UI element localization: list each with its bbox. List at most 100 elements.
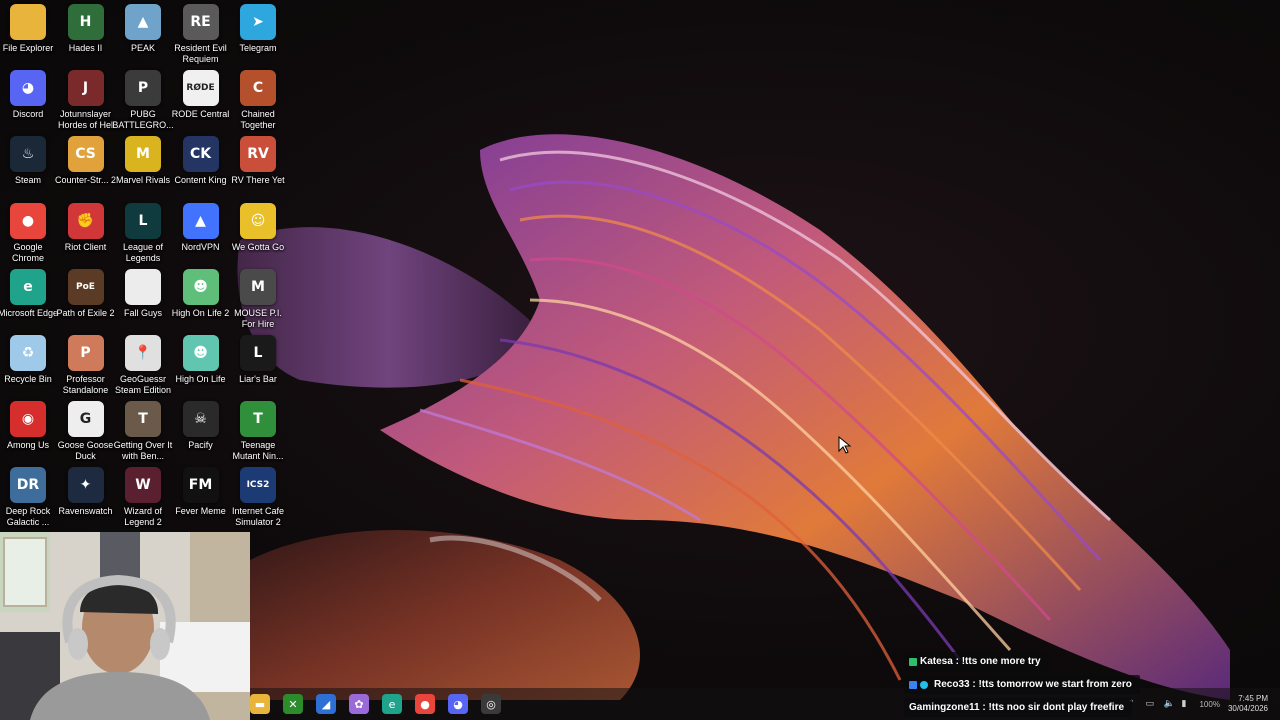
desktop-icon-mouse-pi[interactable]: M MOUSE P.I. For Hire bbox=[229, 268, 287, 333]
desktop-icon-chrome[interactable]: ● Google Chrome bbox=[0, 202, 57, 267]
desktop-icon-nordvpn[interactable]: ▲ NordVPN bbox=[172, 202, 230, 267]
desktop-icon-tmnt[interactable]: T Teenage Mutant Nin... bbox=[229, 401, 287, 465]
pacify-icon: ☠ bbox=[182, 401, 219, 438]
steam-icon: ♨ bbox=[10, 136, 46, 173]
desktop-icon-label: Pacify bbox=[188, 440, 213, 451]
high-on-life-2-icon: ☻ bbox=[182, 268, 219, 305]
path-of-exile-icon: PoE bbox=[67, 268, 104, 305]
telegram-icon: ➤ bbox=[240, 4, 276, 40]
desktop-icon-peak[interactable]: ▲ PEAK bbox=[114, 4, 172, 68]
jotunnslayer-icon: J bbox=[67, 70, 104, 107]
desktop-icon-pacify[interactable]: ☠ Pacify bbox=[172, 401, 230, 465]
desktop-icon-professor[interactable]: P Professor Standalone bbox=[57, 335, 115, 399]
desktop-icon-label: Internet Cafe Simulator 2 bbox=[231, 506, 285, 528]
discord-taskbar-icon[interactable]: ◕ bbox=[448, 694, 468, 714]
xbox-taskbar-icon[interactable]: ✕ bbox=[283, 694, 303, 714]
pubg-icon: P bbox=[125, 70, 161, 107]
desktop-icon-steam[interactable]: ♨ Steam bbox=[0, 136, 57, 200]
desktop-icon-getting-over-it[interactable]: T Getting Over It with Ben... bbox=[114, 401, 172, 465]
chat-user: Katesa bbox=[920, 656, 953, 667]
desktop-icon-counter-strike[interactable]: CS Counter-Str... 2 bbox=[55, 136, 116, 200]
desktop-icon-pubg[interactable]: P PUBG BATTLEGRO... bbox=[112, 70, 174, 134]
desktop-icon-fever-meme[interactable]: FM Fever Meme bbox=[172, 467, 230, 531]
desktop-icon-geoguessr[interactable]: 📍 GeoGuessr Steam Edition bbox=[114, 335, 172, 399]
desktop-icon-label: Among Us bbox=[6, 440, 50, 451]
chat-separator: : bbox=[979, 702, 989, 713]
desktop-icon-high-on-life[interactable]: ☻ High On Life bbox=[172, 335, 230, 399]
chat-message: Gamingzone11 : !tts noo sir dont play fr… bbox=[904, 698, 1133, 717]
chrome-taskbar-icon[interactable]: ● bbox=[415, 694, 435, 714]
desktop-icon-label: Hades II bbox=[68, 43, 103, 53]
desktop-icon-resident-evil[interactable]: RE Resident Evil Requiem bbox=[172, 4, 230, 68]
desktop-icon-folder[interactable]: File Explorer bbox=[0, 4, 57, 68]
chat-text: !tts one more try bbox=[961, 656, 1041, 667]
desktop-icon-rv-there-yet[interactable]: RV RV There Yet bbox=[229, 136, 287, 200]
desktop-icon-label: Riot Client bbox=[64, 241, 107, 252]
desktop-icon-among-us[interactable]: ◉ Among Us bbox=[0, 401, 57, 465]
desktop-icon-discord[interactable]: ◕ Discord bbox=[0, 70, 57, 134]
desktop-icon-we-gotta-go[interactable]: ☺ We Gotta Go bbox=[229, 202, 287, 267]
desktop-icon-league[interactable]: L League of Legends bbox=[114, 202, 172, 267]
desktop-icon-edge[interactable]: e Microsoft Edge bbox=[0, 268, 59, 333]
internet-cafe-icon: ICS2 bbox=[240, 467, 276, 504]
desktop-icon-rode[interactable]: RØDE RODE Central bbox=[172, 70, 230, 134]
desktop-icon-label: Fall Guys bbox=[123, 307, 162, 318]
desktop-icon-deep-rock-galactic[interactable]: DR Deep Rock Galactic ... bbox=[0, 467, 57, 531]
desktop-icon-riot-client[interactable]: ✊ Riot Client bbox=[57, 202, 115, 267]
deep-rock-galactic-icon: DR bbox=[10, 467, 46, 504]
desktop-icon-path-of-exile[interactable]: PoE Path of Exile 2 bbox=[56, 268, 115, 333]
rode-icon: RØDE bbox=[182, 70, 219, 107]
desktop-icon-wizard-of-legend[interactable]: W Wizard of Legend 2 bbox=[114, 467, 172, 531]
desktop-icon-label: Content King bbox=[174, 175, 227, 186]
mouse-pi-icon: M bbox=[240, 268, 276, 305]
desktop-icon-content-king[interactable]: CK Content King bbox=[172, 136, 230, 200]
desktop-icon-label: Fever Meme bbox=[175, 506, 226, 517]
desktop-icon-label: Professor Standalone bbox=[62, 374, 109, 395]
desktop-icon-label: Microsoft Edge bbox=[0, 307, 59, 318]
desktop-icon-telegram[interactable]: ➤ Telegram bbox=[229, 4, 287, 68]
visual-studio-taskbar-icon[interactable]: ◢ bbox=[316, 694, 336, 714]
desktop-icon-label: We Gotta Go bbox=[231, 241, 285, 252]
obs-taskbar-icon[interactable]: ◎ bbox=[481, 694, 501, 714]
chrome-icon: ● bbox=[10, 202, 46, 239]
hades-icon: H bbox=[67, 4, 104, 40]
chat-overlay: Katesa : !tts one more try Reco33 : !tts… bbox=[900, 652, 1280, 720]
desktop-icon-label: Chained Together bbox=[240, 109, 276, 131]
file-explorer-taskbar-icon[interactable]: ▬ bbox=[250, 694, 270, 714]
copilot-taskbar-icon[interactable]: ✿ bbox=[349, 694, 369, 714]
chat-user: Reco33 bbox=[934, 679, 970, 690]
desktop-icon-high-on-life-2[interactable]: ☻ High On Life 2 bbox=[172, 268, 230, 333]
desktop-icon-label: GeoGuessr Steam Edition bbox=[114, 374, 172, 395]
desktop-icon-grid: File Explorer H Hades II ▲ PEAK RE Resident Ev… bbox=[0, 0, 290, 530]
desktop-icon-chained-together[interactable]: C Chained Together bbox=[229, 70, 287, 134]
desktop-icon-ravenswatch[interactable]: ✦ Ravenswatch bbox=[57, 467, 115, 531]
chained-together-icon: C bbox=[240, 70, 276, 107]
desktop-icon-label: Goose Goose Duck bbox=[57, 440, 114, 462]
ravenswatch-icon: ✦ bbox=[67, 467, 104, 504]
desktop-icon-label: MOUSE P.I. For Hire bbox=[234, 307, 282, 329]
desktop-icon-label: Deep Rock Galactic ... bbox=[5, 506, 51, 528]
geoguessr-icon: 📍 bbox=[125, 335, 161, 371]
mouse-cursor-icon bbox=[838, 436, 852, 454]
league-icon: L bbox=[125, 202, 161, 239]
desktop-icon-recycle-bin[interactable]: ♻ Recycle Bin bbox=[0, 335, 57, 399]
edge-taskbar-icon[interactable]: e bbox=[382, 694, 402, 714]
desktop-icon-label: PEAK bbox=[130, 43, 155, 53]
folder-icon bbox=[10, 4, 46, 40]
desktop-icon-goose-goose-duck[interactable]: G Goose Goose Duck bbox=[57, 401, 115, 465]
desktop-icon-label: Steam bbox=[14, 175, 41, 186]
chat-text: !tts tomorrow we start from zero bbox=[978, 679, 1132, 690]
webcam-overlay bbox=[0, 532, 250, 720]
desktop[interactable]: File Explorer H Hades II ▲ PEAK RE Resident Ev… bbox=[0, 0, 1280, 720]
among-us-icon: ◉ bbox=[10, 401, 46, 438]
desktop-icon-fall-guys[interactable]: Fall Guys bbox=[114, 268, 172, 333]
desktop-icon-hades[interactable]: H Hades II bbox=[57, 4, 115, 68]
desktop-icon-marvel-rivals[interactable]: M Marvel Rivals bbox=[114, 136, 172, 200]
chat-badge-icon bbox=[909, 680, 917, 689]
desktop-icon-internet-cafe[interactable]: ICS2 Internet Cafe Simulator 2 bbox=[229, 467, 287, 531]
desktop-icon-jotunnslayer[interactable]: J Jotunnslayer Hordes of Hel bbox=[57, 70, 115, 134]
liars-bar-icon: L bbox=[240, 335, 276, 371]
desktop-icon-liars-bar[interactable]: L Liar's Bar bbox=[229, 335, 287, 399]
chat-text: !tts noo sir dont play freefire bbox=[988, 702, 1125, 713]
desktop-icon-label: Wizard of Legend 2 bbox=[123, 506, 162, 528]
